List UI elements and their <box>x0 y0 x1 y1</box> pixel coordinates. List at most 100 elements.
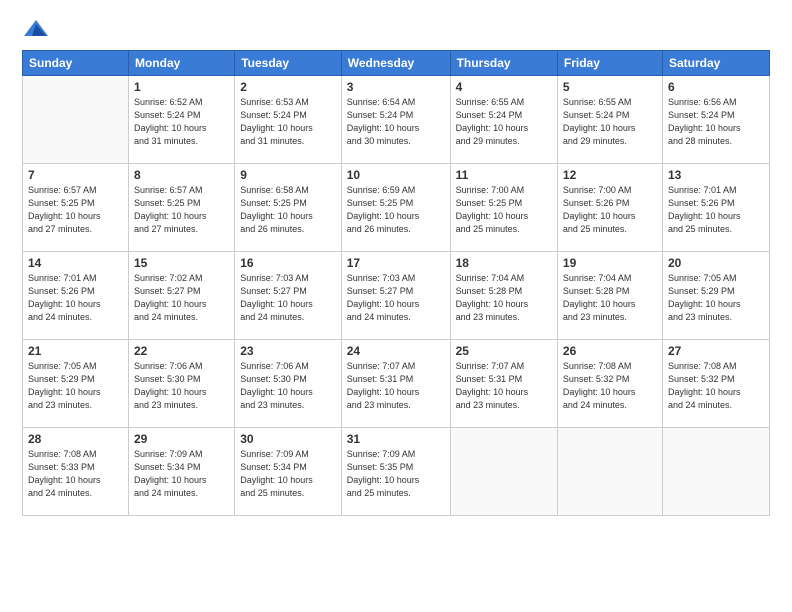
day-info: Sunrise: 6:59 AMSunset: 5:25 PMDaylight:… <box>347 184 445 236</box>
day-info: Sunrise: 7:07 AMSunset: 5:31 PMDaylight:… <box>347 360 445 412</box>
day-info: Sunrise: 7:03 AMSunset: 5:27 PMDaylight:… <box>240 272 336 324</box>
calendar-cell: 25Sunrise: 7:07 AMSunset: 5:31 PMDayligh… <box>450 340 557 428</box>
day-number: 29 <box>134 432 229 446</box>
page: SundayMondayTuesdayWednesdayThursdayFrid… <box>0 0 792 612</box>
day-number: 28 <box>28 432 123 446</box>
day-number: 17 <box>347 256 445 270</box>
day-number: 1 <box>134 80 229 94</box>
day-number: 22 <box>134 344 229 358</box>
calendar-week-4: 21Sunrise: 7:05 AMSunset: 5:29 PMDayligh… <box>23 340 770 428</box>
calendar-cell <box>23 76 129 164</box>
day-info: Sunrise: 6:55 AMSunset: 5:24 PMDaylight:… <box>456 96 552 148</box>
day-info: Sunrise: 6:53 AMSunset: 5:24 PMDaylight:… <box>240 96 336 148</box>
calendar: SundayMondayTuesdayWednesdayThursdayFrid… <box>22 50 770 516</box>
calendar-cell: 11 Sunrise: 7:00 AMSunset: 5:25 PMDayligh… <box>450 164 557 252</box>
day-info: Sunrise: 7:00 AMSunset: 5:26 PMDaylight:… <box>563 184 657 236</box>
day-info: Sunrise: 7:08 AMSunset: 5:32 PMDaylight:… <box>668 360 764 412</box>
calendar-cell: 29 Sunrise: 7:09 AMSunset: 5:34 PMDayligh… <box>128 428 234 516</box>
day-number: 2 <box>240 80 336 94</box>
day-number: 4 <box>456 80 552 94</box>
day-number: 31 <box>347 432 445 446</box>
calendar-cell: 3 Sunrise: 6:54 AMSunset: 5:24 PMDaylight… <box>341 76 450 164</box>
calendar-week-5: 28 Sunrise: 7:08 AMSunset: 5:33 PMDayligh… <box>23 428 770 516</box>
calendar-cell: 9Sunrise: 6:58 AMSunset: 5:25 PMDaylight… <box>235 164 342 252</box>
day-number: 30 <box>240 432 336 446</box>
header-area <box>22 18 770 40</box>
calendar-cell: 26 Sunrise: 7:08 AMSunset: 5:32 PMDayligh… <box>557 340 662 428</box>
day-number: 24 <box>347 344 445 358</box>
calendar-cell: 1Sunrise: 6:52 AMSunset: 5:24 PMDaylight… <box>128 76 234 164</box>
day-info: Sunrise: 7:04 AMSunset: 5:28 PMDaylight:… <box>456 272 552 324</box>
calendar-header-tuesday: Tuesday <box>235 51 342 76</box>
calendar-cell: 20 Sunrise: 7:05 AMSunset: 5:29 PMDayligh… <box>662 252 769 340</box>
day-number: 27 <box>668 344 764 358</box>
day-info: Sunrise: 6:55 AMSunset: 5:24 PMDaylight:… <box>563 96 657 148</box>
calendar-cell: 21Sunrise: 7:05 AMSunset: 5:29 PMDayligh… <box>23 340 129 428</box>
calendar-cell: 16 Sunrise: 7:03 AMSunset: 5:27 PMDayligh… <box>235 252 342 340</box>
day-info: Sunrise: 6:56 AMSunset: 5:24 PMDaylight:… <box>668 96 764 148</box>
day-number: 12 <box>563 168 657 182</box>
day-info: Sunrise: 7:02 AMSunset: 5:27 PMDaylight:… <box>134 272 229 324</box>
calendar-header-sunday: Sunday <box>23 51 129 76</box>
calendar-cell: 23Sunrise: 7:06 AMSunset: 5:30 PMDayligh… <box>235 340 342 428</box>
calendar-cell: 6 Sunrise: 6:56 AMSunset: 5:24 PMDaylight… <box>662 76 769 164</box>
calendar-header-saturday: Saturday <box>662 51 769 76</box>
calendar-week-3: 14 Sunrise: 7:01 AMSunset: 5:26 PMDayligh… <box>23 252 770 340</box>
calendar-header-thursday: Thursday <box>450 51 557 76</box>
day-info: Sunrise: 7:05 AMSunset: 5:29 PMDaylight:… <box>668 272 764 324</box>
calendar-cell: 18Sunrise: 7:04 AMSunset: 5:28 PMDayligh… <box>450 252 557 340</box>
calendar-header-row: SundayMondayTuesdayWednesdayThursdayFrid… <box>23 51 770 76</box>
calendar-cell: 17 Sunrise: 7:03 AMSunset: 5:27 PMDayligh… <box>341 252 450 340</box>
day-info: Sunrise: 7:03 AMSunset: 5:27 PMDaylight:… <box>347 272 445 324</box>
calendar-cell: 13Sunrise: 7:01 AMSunset: 5:26 PMDayligh… <box>662 164 769 252</box>
day-number: 5 <box>563 80 657 94</box>
calendar-cell: 22 Sunrise: 7:06 AMSunset: 5:30 PMDayligh… <box>128 340 234 428</box>
day-number: 3 <box>347 80 445 94</box>
day-number: 8 <box>134 168 229 182</box>
calendar-cell: 31Sunrise: 7:09 AMSunset: 5:35 PMDayligh… <box>341 428 450 516</box>
calendar-cell: 10 Sunrise: 6:59 AMSunset: 5:25 PMDayligh… <box>341 164 450 252</box>
day-info: Sunrise: 7:09 AMSunset: 5:34 PMDaylight:… <box>134 448 229 500</box>
day-number: 23 <box>240 344 336 358</box>
calendar-header-monday: Monday <box>128 51 234 76</box>
logo <box>22 18 54 40</box>
calendar-week-2: 7 Sunrise: 6:57 AMSunset: 5:25 PMDaylight… <box>23 164 770 252</box>
calendar-cell: 27 Sunrise: 7:08 AMSunset: 5:32 PMDayligh… <box>662 340 769 428</box>
calendar-cell: 7Sunrise: 6:57 AMSunset: 5:25 PMDaylight… <box>23 164 129 252</box>
calendar-cell: 5 Sunrise: 6:55 AMSunset: 5:24 PMDaylight… <box>557 76 662 164</box>
calendar-header-friday: Friday <box>557 51 662 76</box>
day-number: 20 <box>668 256 764 270</box>
day-number: 6 <box>668 80 764 94</box>
day-info: Sunrise: 7:00 AMSunset: 5:25 PMDaylight:… <box>456 184 552 236</box>
day-info: Sunrise: 6:54 AMSunset: 5:24 PMDaylight:… <box>347 96 445 148</box>
calendar-cell: 8 Sunrise: 6:57 AMSunset: 5:25 PMDaylight… <box>128 164 234 252</box>
calendar-cell <box>450 428 557 516</box>
calendar-cell: 30 Sunrise: 7:09 AMSunset: 5:34 PMDayligh… <box>235 428 342 516</box>
calendar-header-wednesday: Wednesday <box>341 51 450 76</box>
day-info: Sunrise: 7:04 AMSunset: 5:28 PMDaylight:… <box>563 272 657 324</box>
day-number: 19 <box>563 256 657 270</box>
calendar-cell: 19 Sunrise: 7:04 AMSunset: 5:28 PMDayligh… <box>557 252 662 340</box>
day-info: Sunrise: 7:08 AMSunset: 5:33 PMDaylight:… <box>28 448 123 500</box>
day-info: Sunrise: 7:09 AMSunset: 5:34 PMDaylight:… <box>240 448 336 500</box>
day-number: 16 <box>240 256 336 270</box>
calendar-cell: 2 Sunrise: 6:53 AMSunset: 5:24 PMDaylight… <box>235 76 342 164</box>
calendar-cell: 12 Sunrise: 7:00 AMSunset: 5:26 PMDayligh… <box>557 164 662 252</box>
calendar-cell: 15Sunrise: 7:02 AMSunset: 5:27 PMDayligh… <box>128 252 234 340</box>
day-number: 26 <box>563 344 657 358</box>
day-number: 21 <box>28 344 123 358</box>
day-number: 14 <box>28 256 123 270</box>
calendar-cell: 28 Sunrise: 7:08 AMSunset: 5:33 PMDayligh… <box>23 428 129 516</box>
day-info: Sunrise: 7:01 AMSunset: 5:26 PMDaylight:… <box>28 272 123 324</box>
calendar-week-1: 1Sunrise: 6:52 AMSunset: 5:24 PMDaylight… <box>23 76 770 164</box>
day-number: 25 <box>456 344 552 358</box>
day-info: Sunrise: 6:57 AMSunset: 5:25 PMDaylight:… <box>134 184 229 236</box>
day-info: Sunrise: 7:06 AMSunset: 5:30 PMDaylight:… <box>134 360 229 412</box>
day-number: 11 <box>456 168 552 182</box>
day-info: Sunrise: 7:01 AMSunset: 5:26 PMDaylight:… <box>668 184 764 236</box>
calendar-cell <box>662 428 769 516</box>
day-number: 10 <box>347 168 445 182</box>
day-number: 7 <box>28 168 123 182</box>
day-info: Sunrise: 7:08 AMSunset: 5:32 PMDaylight:… <box>563 360 657 412</box>
calendar-cell: 4 Sunrise: 6:55 AMSunset: 5:24 PMDaylight… <box>450 76 557 164</box>
